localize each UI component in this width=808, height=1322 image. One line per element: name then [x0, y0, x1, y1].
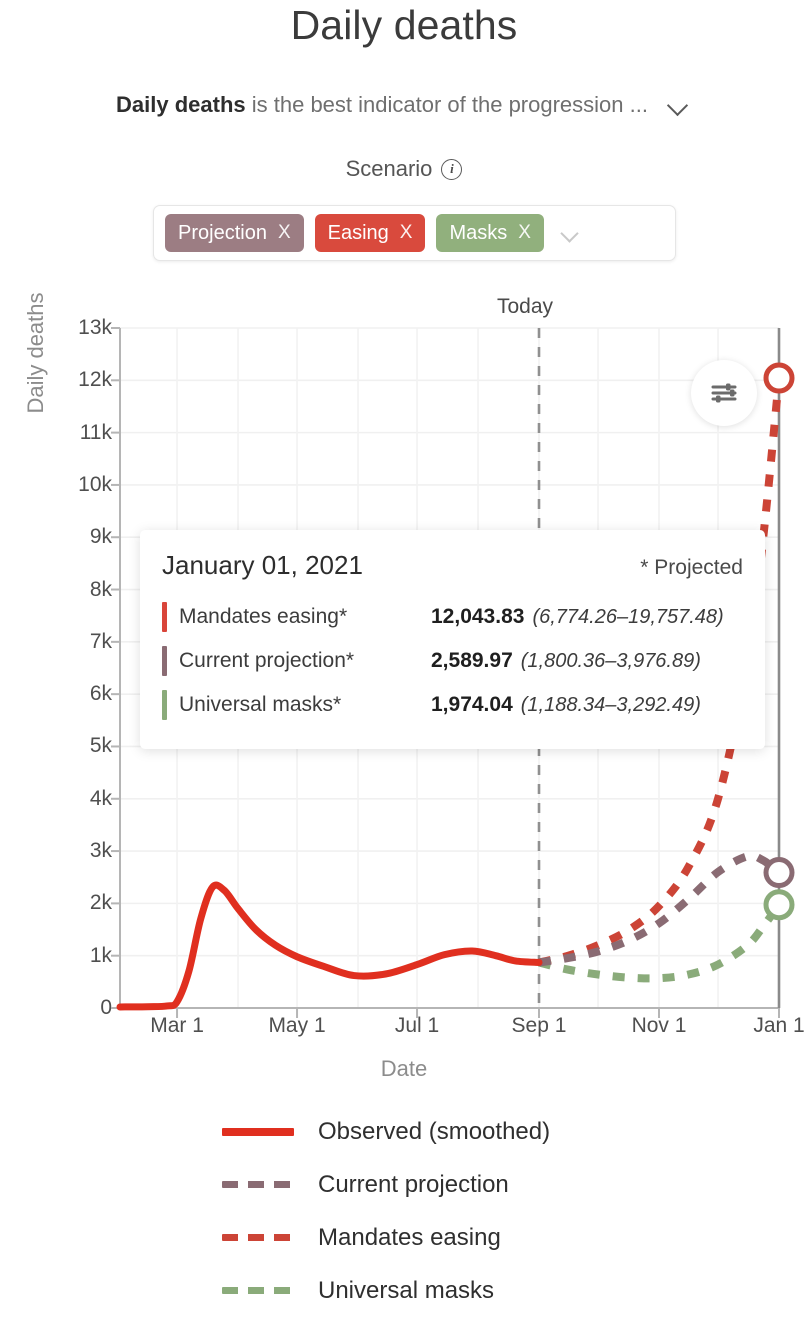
legend-item[interactable]: Observed (smoothed) [0, 1105, 808, 1158]
tooltip-series-name: Universal masks* [179, 693, 342, 716]
series-endpoint-marker[interactable] [763, 857, 795, 889]
chip-remove-icon[interactable]: X [400, 222, 413, 244]
legend-color-key [222, 1287, 294, 1294]
legend-label: Current projection [318, 1170, 509, 1198]
tooltip-row: Universal masks* 1,974.04 (1,188.34–3,292.… [162, 683, 743, 727]
tooltip-series-value: 2,589.97 [431, 649, 513, 672]
scenario-chip-projection[interactable]: Projection X [165, 214, 304, 252]
chart-description: Daily deaths is the best indicator of th… [116, 92, 648, 118]
tooltip-date: January 01, 2021 [162, 550, 363, 580]
series-endpoint-marker[interactable] [763, 362, 795, 394]
tooltip-row: Mandates easing* 12,043.83 (6,774.26–19,75… [162, 595, 743, 639]
legend-color-key [222, 1127, 294, 1136]
legend-color-key [222, 1234, 294, 1241]
legend-color-key [222, 1181, 294, 1188]
scenario-select[interactable]: Projection X Easing X Masks X [153, 205, 676, 261]
tooltip-rows: Mandates easing* 12,043.83 (6,774.26–19,75… [162, 595, 743, 727]
chip-remove-icon[interactable]: X [518, 222, 531, 244]
tooltip-color-swatch [162, 690, 167, 720]
legend-label: Universal masks [318, 1276, 495, 1304]
chart-legend: Observed (smoothed) Current projection Man… [0, 1105, 808, 1317]
legend-item[interactable]: Current projection [0, 1158, 808, 1211]
chip-remove-icon[interactable]: X [278, 222, 291, 244]
tooltip-header: January 01, 2021 * Projected [162, 550, 743, 581]
info-icon[interactable]: i [441, 158, 463, 180]
tooltip-color-swatch [162, 602, 167, 632]
x-axis-label: Date [380, 1056, 428, 1081]
page-title: Daily deaths [290, 2, 518, 48]
tooltip-series-ci: (1,800.36–3,976.89) [520, 649, 701, 672]
scenario-label: Scenario [345, 156, 433, 181]
tooltip-series-value: 12,043.83 [431, 605, 525, 628]
tooltip-series-name: Mandates easing* [179, 605, 348, 628]
chip-label: Easing [327, 221, 389, 244]
chip-label: Masks [449, 221, 508, 244]
sliders-icon [711, 383, 737, 403]
tooltip-series-ci: (1,188.34–3,292.49) [520, 693, 701, 716]
chip-label: Projection [178, 221, 267, 244]
chart-tooltip: January 01, 2021 * Projected Mandates ea… [140, 530, 765, 749]
scenario-dropdown-chevron-down-icon[interactable] [557, 220, 583, 246]
tooltip-series-ci: (6,774.26–19,757.48) [532, 605, 724, 628]
legend-label: Observed (smoothed) [318, 1117, 551, 1145]
subtitle-row: Daily deaths is the best indicator of th… [0, 92, 808, 118]
today-marker-label: Today [497, 295, 554, 318]
tooltip-color-swatch [162, 646, 167, 676]
series-endpoint-marker[interactable] [763, 889, 795, 921]
chart-description-rest: is the best indicator of the progression… [245, 92, 648, 117]
chart-description-bold: Daily deaths [116, 92, 246, 117]
tooltip-row: Current projection* 2,589.97 (1,800.36–3,9… [162, 639, 743, 683]
chevron-down-icon[interactable] [666, 92, 692, 118]
tooltip-series-value: 1,974.04 [431, 693, 513, 716]
daily-deaths-chart-page: Daily deaths Daily deaths is the best in… [0, 0, 808, 1322]
tooltip-series-name: Current projection* [179, 649, 355, 672]
legend-label: Mandates easing [318, 1223, 501, 1251]
chart-settings-button[interactable] [691, 360, 757, 426]
legend-item[interactable]: Universal masks [0, 1264, 808, 1317]
scenario-chip-easing[interactable]: Easing X [314, 214, 426, 252]
scenario-header: Scenario i [0, 156, 808, 182]
scenario-chip-masks[interactable]: Masks X [436, 214, 544, 252]
tooltip-projected-note: * Projected [640, 556, 743, 579]
legend-item[interactable]: Mandates easing [0, 1211, 808, 1264]
